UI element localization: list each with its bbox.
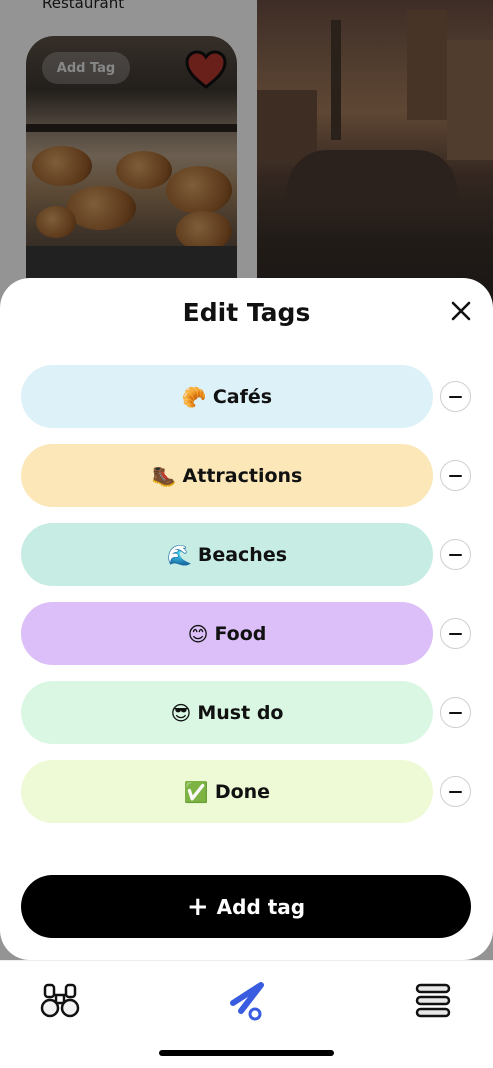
tag-label: Attractions [182, 464, 303, 487]
remove-tag-button[interactable] [440, 381, 471, 412]
tag-row-done[interactable]: ✅ Done [21, 760, 433, 823]
tag-row-attractions[interactable]: 🥾 Attractions [21, 444, 433, 507]
croissant-icon: 🥐 [181, 384, 207, 409]
tag-label: Done [214, 780, 271, 803]
tag-row-beaches[interactable]: 🌊 Beaches [21, 523, 433, 586]
remove-tag-button[interactable] [440, 697, 471, 728]
remove-tag-button[interactable] [440, 618, 471, 649]
minus-icon [449, 711, 462, 714]
tag-row-must-do[interactable]: 😎 Must do [21, 681, 433, 744]
binoculars-icon[interactable] [40, 981, 80, 1021]
check-mark-icon: ✅ [183, 779, 209, 804]
tag-row-food[interactable]: 😊 Food [21, 602, 433, 665]
remove-tag-button[interactable] [440, 460, 471, 491]
tag-label: Food [214, 622, 267, 645]
edit-tags-sheet: Edit Tags 🥐 Cafés 🥾 Attractions 🌊 Beache… [0, 278, 493, 960]
home-indicator[interactable] [159, 1050, 334, 1056]
menu-stack-icon[interactable] [413, 981, 453, 1021]
sunglasses-face-icon: 😎 [170, 700, 192, 725]
add-tag-label: Add tag [216, 894, 306, 919]
remove-tag-button[interactable] [440, 776, 471, 807]
wave-icon: 🌊 [166, 542, 192, 567]
minus-icon [449, 395, 462, 398]
remove-tag-button[interactable] [440, 539, 471, 570]
minus-icon [449, 790, 462, 793]
close-icon[interactable] [446, 296, 476, 326]
tag-label: Must do [197, 701, 284, 724]
tag-row-cafes[interactable]: 🥐 Cafés [21, 365, 433, 428]
minus-icon [449, 632, 462, 635]
smiling-face-icon: 😊 [187, 621, 209, 646]
add-tag-button[interactable]: + Add tag [21, 875, 471, 938]
tag-label: Cafés [212, 385, 273, 408]
tag-label: Beaches [197, 543, 288, 566]
sheet-title: Edit Tags [182, 298, 311, 327]
hiking-boot-icon: 🥾 [151, 463, 177, 488]
minus-icon [449, 474, 462, 477]
minus-icon [449, 553, 462, 556]
plus-icon: + [186, 891, 209, 922]
route-icon[interactable] [227, 979, 269, 1023]
